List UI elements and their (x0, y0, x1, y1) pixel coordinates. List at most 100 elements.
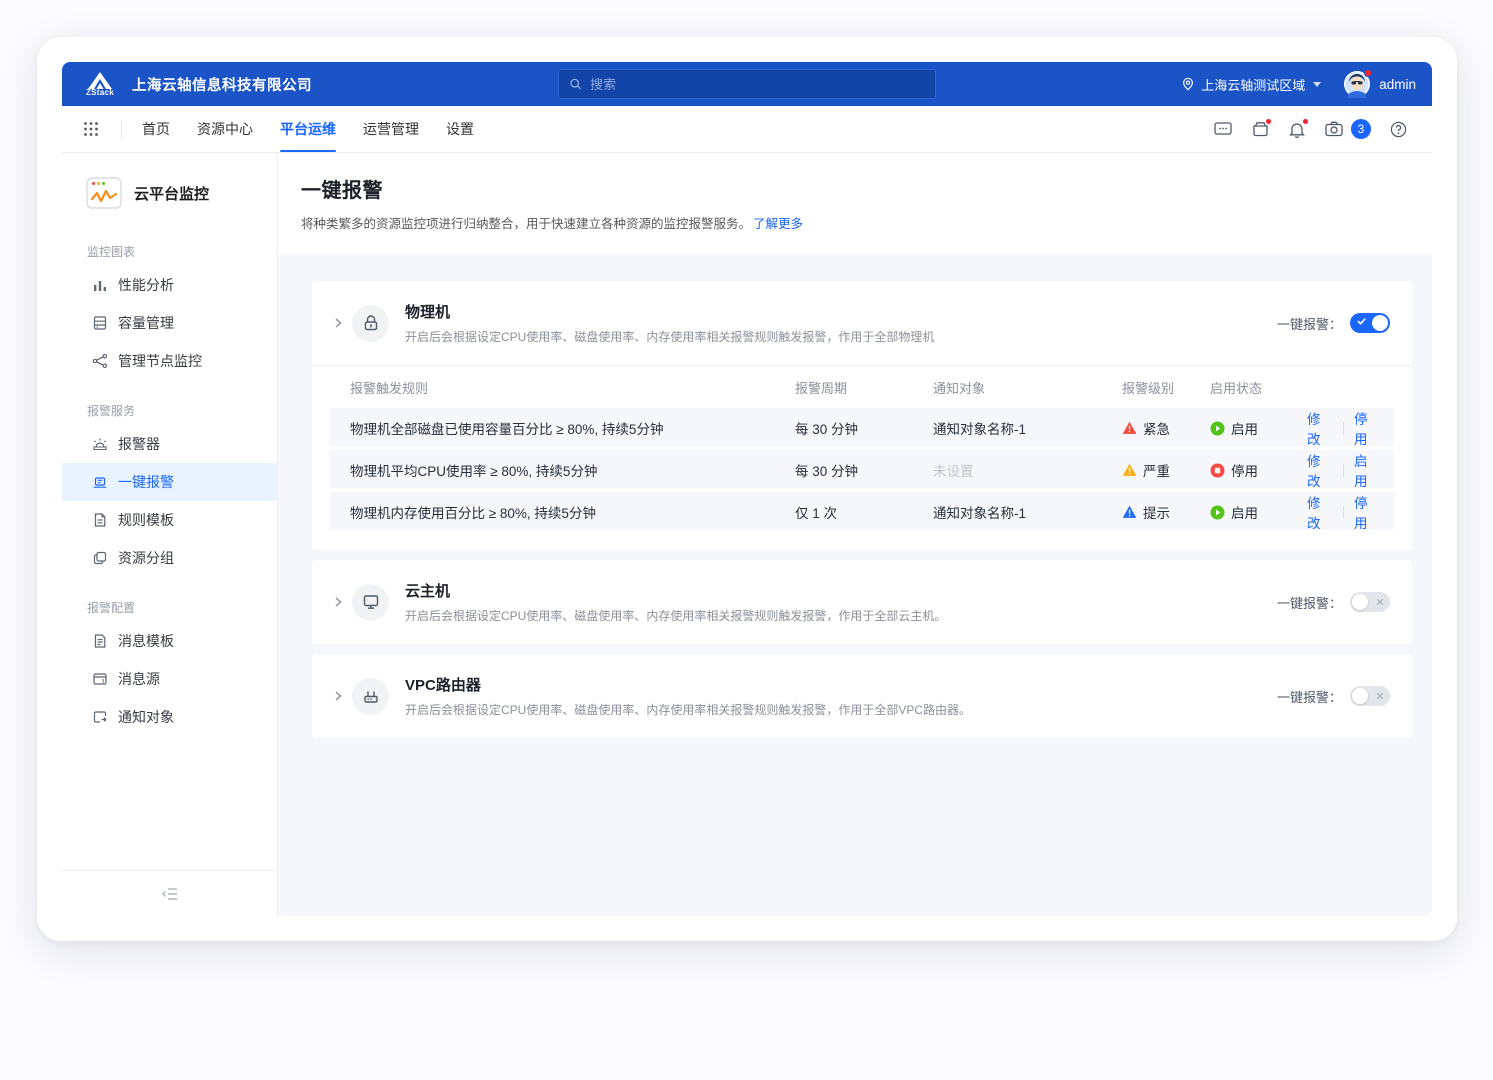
one-click-alarm-toggle[interactable] (1350, 686, 1390, 706)
col-header-period: 报警周期 (795, 378, 933, 397)
check-icon (1357, 317, 1366, 326)
card-vm-instance: 云主机 开启后会根据设定CPU使用率、磁盘使用率、内存使用率相关报警规则触发报警… (312, 560, 1412, 644)
region-name: 上海云轴测试区域 (1201, 75, 1305, 94)
apps-grid-icon[interactable] (83, 119, 103, 139)
modify-link[interactable]: 修改 (1307, 492, 1333, 532)
vpc-router-icon (352, 678, 389, 715)
cross-icon (1376, 692, 1384, 700)
sidebar-item-label: 管理节点监控 (118, 351, 202, 371)
notify-cell: 通知对象名称-1 (933, 418, 1122, 438)
collapse-chevron-icon[interactable] (332, 317, 344, 329)
notification-count-badge[interactable]: 3 (1351, 119, 1371, 139)
cards-area: 物理机 开启后会根据设定CPU使用率、磁盘使用率、内存使用率相关报警规则触发报警… (278, 254, 1432, 916)
toggle-knob (1352, 594, 1368, 610)
card-description: 开启后会根据设定CPU使用率、磁盘使用率、内存使用率相关报警规则触发报警，作用于… (405, 607, 946, 624)
status-enabled-icon (1210, 421, 1225, 436)
table-header-row: 报警触发规则 报警周期 通知对象 报警级别 启用状态 (330, 366, 1394, 408)
nav-item-home[interactable]: 首页 (142, 106, 170, 152)
rule-cell: 物理机平均CPU使用率 ≥ 80%, 持续5分钟 (330, 460, 795, 480)
node-monitor-icon (92, 353, 108, 369)
location-pin-icon (1181, 77, 1195, 91)
console-icon[interactable] (1213, 119, 1233, 139)
disable-link[interactable]: 停用 (1354, 492, 1380, 532)
sidebar-item-notification-objects[interactable]: 通知对象 (62, 698, 277, 736)
sidebar: 云平台监控 监控图表 性能分析 容量管理 (62, 153, 278, 916)
sidebar-item-label: 通知对象 (118, 707, 174, 727)
sidebar-item-capacity-mgmt[interactable]: 容量管理 (62, 304, 277, 342)
zstack-logo[interactable]: ZStack (78, 72, 122, 97)
card-title: 云主机 (405, 580, 946, 601)
search-icon (569, 77, 582, 91)
rule-cell: 物理机全部磁盘已使用容量百分比 ≥ 80%, 持续5分钟 (330, 418, 795, 438)
modify-link[interactable]: 修改 (1307, 450, 1333, 490)
notify-object-icon (92, 709, 108, 725)
col-header-notify: 通知对象 (933, 378, 1122, 397)
modify-link[interactable]: 修改 (1307, 408, 1333, 448)
collapse-chevron-icon[interactable] (332, 690, 344, 702)
main-panel: 一键报警 将种类繁多的资源监控项进行归纳整合，用于快速建立各种资源的监控报警服务… (278, 153, 1432, 916)
status-label: 启用 (1231, 418, 1258, 438)
nav-item-resource-center[interactable]: 资源中心 (197, 106, 253, 152)
nav-item-settings[interactable]: 设置 (446, 106, 474, 152)
collapse-chevron-icon[interactable] (332, 596, 344, 608)
bell-icon[interactable] (1287, 119, 1307, 139)
toggle-label: 一键报警： (1277, 314, 1342, 333)
sidebar-item-label: 报警器 (118, 434, 160, 454)
toggle-label: 一键报警： (1277, 687, 1342, 706)
sidebar-collapse-button[interactable] (162, 887, 178, 901)
one-click-alarm-toggle[interactable] (1350, 592, 1390, 612)
one-click-alarm-toggle[interactable] (1350, 313, 1390, 333)
sidebar-item-rule-templates[interactable]: 规则模板 (62, 501, 277, 539)
search-input[interactable] (590, 77, 925, 92)
sidebar-item-resource-groups[interactable]: 资源分组 (62, 539, 277, 577)
global-search[interactable] (558, 69, 936, 99)
message-source-icon (92, 671, 108, 687)
action-divider (1343, 506, 1344, 519)
chevron-down-icon (1313, 82, 1321, 87)
disable-link[interactable]: 停用 (1354, 408, 1380, 448)
resource-group-icon (92, 550, 108, 566)
username: admin (1379, 77, 1416, 92)
card-physical-machine: 物理机 开启后会根据设定CPU使用率、磁盘使用率、内存使用率相关报警规则触发报警… (312, 281, 1412, 550)
sidebar-item-message-templates[interactable]: 消息模板 (62, 622, 277, 660)
sidebar-item-label: 容量管理 (118, 313, 174, 333)
action-divider (1343, 422, 1344, 435)
sidebar-item-alarms[interactable]: 报警器 (62, 425, 277, 463)
snapshot-icon[interactable] (1324, 119, 1344, 139)
period-cell: 每 30 分钟 (795, 418, 933, 438)
sidebar-item-one-click-alarm[interactable]: 一键报警 (62, 463, 277, 501)
sidebar-app-cloud-monitor[interactable]: 云平台监控 (62, 175, 277, 211)
tasks-notification-dot (1265, 118, 1272, 125)
message-template-icon (92, 633, 108, 649)
sidebar-item-message-sources[interactable]: 消息源 (62, 660, 277, 698)
zstack-logo-text: ZStack (86, 88, 114, 97)
period-cell: 仅 1 次 (795, 502, 933, 522)
sidebar-item-label: 一键报警 (118, 472, 174, 492)
action-divider (1343, 464, 1344, 477)
enable-link[interactable]: 启用 (1354, 450, 1380, 490)
sidebar-item-mgmt-node-monitor[interactable]: 管理节点监控 (62, 342, 277, 380)
level-label: 严重 (1143, 460, 1170, 480)
help-icon[interactable] (1388, 119, 1408, 139)
col-header-status: 启用状态 (1210, 378, 1307, 397)
status-label: 停用 (1231, 460, 1258, 480)
table-row: 物理机全部磁盘已使用容量百分比 ≥ 80%, 持续5分钟 每 30 分钟 通知对… (330, 408, 1394, 446)
sidebar-item-label: 消息模板 (118, 631, 174, 651)
level-emergent-icon (1122, 421, 1137, 435)
table-row: 物理机内存使用百分比 ≥ 80%, 持续5分钟 仅 1 次 通知对象名称-1 提… (330, 492, 1394, 530)
alarm-icon (92, 436, 108, 452)
card-title: VPC路由器 (405, 674, 971, 695)
table-row: 物理机平均CPU使用率 ≥ 80%, 持续5分钟 每 30 分钟 未设置 严重 … (330, 450, 1394, 488)
card-description: 开启后会根据设定CPU使用率、磁盘使用率、内存使用率相关报警规则触发报警，作用于… (405, 328, 934, 345)
period-cell: 每 30 分钟 (795, 460, 933, 480)
sidebar-item-performance-analysis[interactable]: 性能分析 (62, 266, 277, 304)
sidebar-section-monitor-charts: 监控图表 (62, 221, 277, 266)
region-selector[interactable]: 上海云轴测试区域 (1181, 75, 1321, 94)
tasks-icon[interactable] (1250, 119, 1270, 139)
top-bar: ZStack 上海云轴信息科技有限公司 上海云轴测试区域 (62, 62, 1432, 106)
level-label: 提示 (1143, 502, 1170, 522)
nav-item-operation-mgmt[interactable]: 运营管理 (363, 106, 419, 152)
nav-item-platform-ops[interactable]: 平台运维 (280, 106, 336, 152)
learn-more-link[interactable]: 了解更多 (753, 217, 803, 231)
user-avatar[interactable] (1343, 70, 1371, 98)
